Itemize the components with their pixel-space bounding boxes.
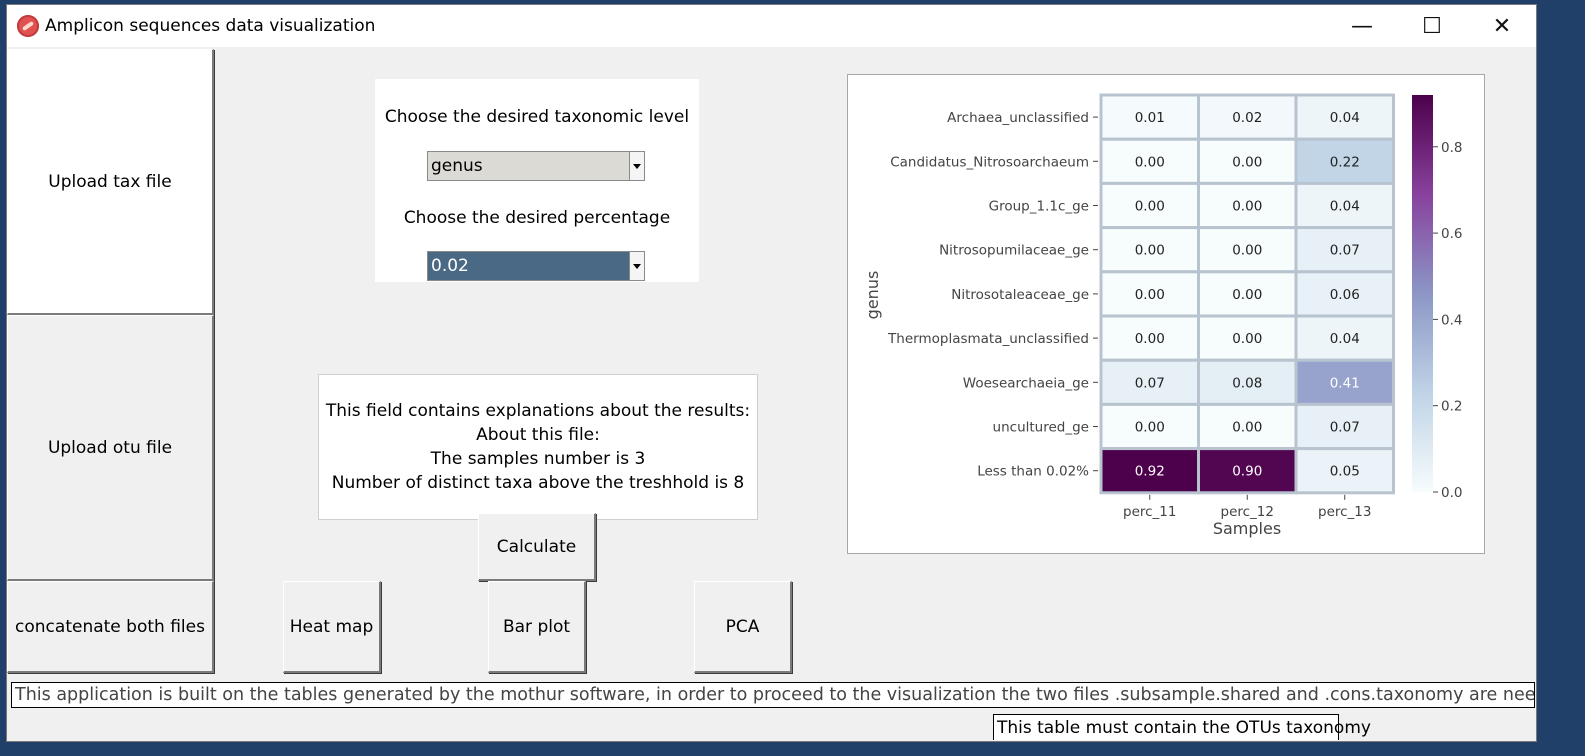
percentage-label: Choose the desired percentage [403,208,671,228]
bar-plot-button[interactable]: Bar plot [488,581,586,673]
calculate-button[interactable]: Calculate [478,513,596,581]
maximize-icon[interactable]: ☐ [1402,9,1462,43]
row-tick-label: Nitrosopumilaceae_ge [939,243,1089,259]
app-icon [17,15,39,37]
heatmap-cell-label: 0.07 [1330,420,1360,436]
row-tick-label: Woesearchaeia_ge [963,375,1089,391]
heatmap-chart-frame: 0.01 0.02 0.04 0.00 0.00 0.22 0.00 0.00 0.04 0.00… [847,74,1485,554]
minimize-icon[interactable]: — [1332,9,1392,43]
heatmap-cell-label: 0.00 [1135,154,1165,170]
x-axis-label: Samples [1213,519,1281,538]
heatmap-cell-label: 0.02 [1232,110,1262,126]
percentage-select[interactable]: 0.02 [427,251,645,281]
row-tick-label: Candidatus_Nitrosoarchaeum [890,154,1089,170]
heatmap-cell-label: 0.00 [1135,243,1165,259]
explanation-line: The samples number is 3 [430,449,646,469]
heatmap-cell-label: 0.04 [1330,199,1360,215]
heatmap-cell-label: 0.04 [1330,331,1360,347]
pca-button[interactable]: PCA [694,581,792,673]
heatmap-cell-label: 0.92 [1135,464,1165,480]
taxonomy-panel: Choose the desired taxonomic level genus… [375,79,699,282]
row-tick-label: Group_1.1c_ge [989,199,1089,215]
heatmap-cell-label: 0.00 [1232,154,1262,170]
heatmap-cell-label: 0.07 [1135,375,1165,391]
colorbar-tick-label: 0.0 [1441,485,1462,501]
row-tick-label: Archaea_unclassified [947,110,1089,126]
tooltip-label: This table must contain the OTUs taxonom… [993,714,1371,740]
close-icon[interactable]: ✕ [1472,9,1532,43]
heatmap-cell-label: 0.90 [1232,464,1262,480]
explanation-line: Number of distinct taxa above the treshh… [331,473,745,493]
row-tick-label: uncultured_ge [993,420,1089,436]
row-tick-label: Thermoplasmata_unclassified [887,331,1089,347]
heatmap-cell-label: 0.00 [1232,243,1262,259]
taxonomic-level-value: genus [431,156,483,176]
heatmap-cell-label: 0.00 [1232,420,1262,436]
window-title: Amplicon sequences data visualization [45,16,376,36]
heatmap-cell-label: 0.00 [1135,331,1165,347]
heatmap-cell-label: 0.06 [1330,287,1360,303]
colorbar-tick-label: 0.8 [1441,140,1462,156]
app-window: Amplicon sequences data visualization — … [6,4,1537,742]
heatmap-cell-label: 0.08 [1232,375,1262,391]
col-tick-label: perc_13 [1318,504,1371,520]
heatmap-cell-label: 0.00 [1135,420,1165,436]
taxonomic-level-select[interactable]: genus [427,151,645,181]
explanation-line: This field contains explanations about t… [325,401,751,421]
col-tick-label: perc_12 [1221,504,1274,520]
upload-tax-button[interactable]: Upload tax file [7,49,214,315]
concatenate-button[interactable]: concatenate both files [7,581,214,673]
taxonomic-level-label: Choose the desired taxonomic level [384,107,690,127]
percentage-value: 0.02 [431,256,469,276]
heatmap-cell-label: 0.00 [1135,199,1165,215]
heatmap-chart: 0.01 0.02 0.040.00 0.00 0.220.00 0.00 0.040.00… [863,93,1462,538]
dropdown-arrow-icon[interactable] [629,252,644,280]
explanation-line: About this file: [476,425,600,445]
heatmap-cell-label: 0.07 [1330,243,1360,259]
heatmap-cell-label: 0.05 [1330,464,1360,480]
heatmap-cell-label: 0.00 [1232,287,1262,303]
heatmap-cell-label: 0.00 [1232,199,1262,215]
heatmap-cell-label: 0.04 [1330,110,1360,126]
colorbar-tick-label: 0.2 [1441,399,1462,415]
info-banner: This application is built on the tables … [11,682,1535,708]
upload-otu-button[interactable]: Upload otu file [7,315,214,581]
heatmap-cell-label: 0.00 [1232,331,1262,347]
heatmap-cell-label: 0.01 [1135,110,1165,126]
heat-map-button[interactable]: Heat map [283,581,381,673]
title-bar: Amplicon sequences data visualization — … [7,5,1536,47]
heatmap-cell-label: 0.41 [1330,375,1360,391]
col-tick-label: perc_11 [1123,504,1176,520]
row-tick-label: Less than 0.02% [977,464,1089,480]
y-axis-label: genus [863,271,882,320]
colorbar [1412,95,1433,492]
explanation-field: This field contains explanations about t… [318,374,758,520]
row-tick-label: Nitrosotaleaceae_ge [951,287,1089,303]
colorbar-tick-label: 0.4 [1441,312,1462,328]
dropdown-arrow-icon[interactable] [629,152,644,180]
heatmap-cell-label: 0.00 [1135,287,1165,303]
heatmap-cell-label: 0.22 [1330,154,1360,170]
colorbar-tick-label: 0.6 [1441,226,1462,242]
